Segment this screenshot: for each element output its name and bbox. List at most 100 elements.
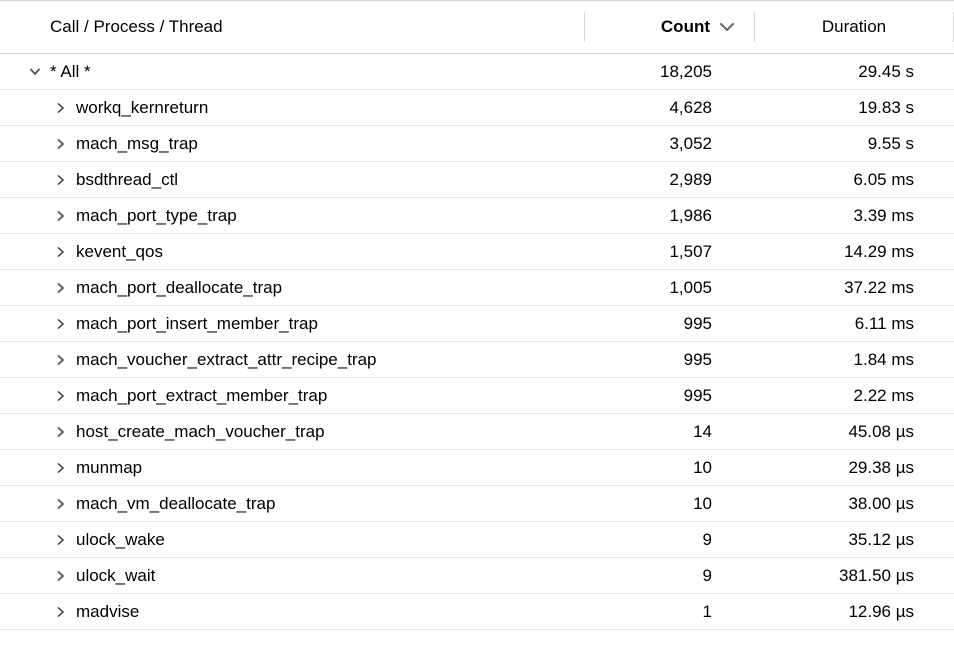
row-count: 9 (584, 566, 754, 586)
row-name: * All * (50, 62, 91, 82)
row-count: 10 (584, 458, 754, 478)
column-header-duration[interactable]: Duration (754, 17, 954, 37)
table-row[interactable]: kevent_qos 1,507 14.29 ms (0, 234, 954, 270)
chevron-right-icon[interactable] (54, 281, 68, 295)
table-header: Call / Process / Thread Count Duration (0, 0, 954, 54)
row-name: munmap (76, 458, 142, 478)
row-name-cell: mach_port_insert_member_trap (0, 314, 584, 334)
row-name: workq_kernreturn (76, 98, 208, 118)
chevron-right-icon[interactable] (54, 425, 68, 439)
row-count: 995 (584, 350, 754, 370)
table-row[interactable]: ulock_wait 9 381.50 µs (0, 558, 954, 594)
chevron-down-icon (720, 22, 734, 32)
summary-row[interactable]: * All * 18,205 29.45 s (0, 54, 954, 90)
row-name: mach_port_extract_member_trap (76, 386, 327, 406)
table-row[interactable]: ulock_wake 9 35.12 µs (0, 522, 954, 558)
row-name: host_create_mach_voucher_trap (76, 422, 325, 442)
row-duration: 35.12 µs (754, 530, 954, 550)
row-count: 1 (584, 602, 754, 622)
row-count: 3,052 (584, 134, 754, 154)
row-name: mach_port_type_trap (76, 206, 237, 226)
chevron-right-icon[interactable] (54, 533, 68, 547)
chevron-right-icon[interactable] (54, 209, 68, 223)
row-count: 9 (584, 530, 754, 550)
row-name-cell: * All * (0, 62, 584, 82)
row-count: 4,628 (584, 98, 754, 118)
row-duration: 19.83 s (754, 98, 954, 118)
chevron-right-icon[interactable] (54, 461, 68, 475)
row-name-cell: mach_msg_trap (0, 134, 584, 154)
column-header-label: Count (661, 17, 710, 37)
row-name: mach_msg_trap (76, 134, 198, 154)
table-row[interactable]: mach_port_insert_member_trap 995 6.11 ms (0, 306, 954, 342)
table-row[interactable]: mach_port_type_trap 1,986 3.39 ms (0, 198, 954, 234)
chevron-right-icon[interactable] (54, 569, 68, 583)
row-name-cell: bsdthread_ctl (0, 170, 584, 190)
row-duration: 29.45 s (754, 62, 954, 82)
row-count: 995 (584, 314, 754, 334)
row-name-cell: mach_port_extract_member_trap (0, 386, 584, 406)
chevron-down-icon[interactable] (28, 65, 42, 79)
row-count: 995 (584, 386, 754, 406)
row-name-cell: madvise (0, 602, 584, 622)
chevron-right-icon[interactable] (54, 245, 68, 259)
row-name: mach_voucher_extract_attr_recipe_trap (76, 350, 377, 370)
table-row[interactable]: host_create_mach_voucher_trap 14 45.08 µ… (0, 414, 954, 450)
chevron-right-icon[interactable] (54, 173, 68, 187)
row-duration: 2.22 ms (754, 386, 954, 406)
column-header-label: Call / Process / Thread (50, 17, 223, 36)
row-name: bsdthread_ctl (76, 170, 178, 190)
row-duration: 12.96 µs (754, 602, 954, 622)
table-row[interactable]: mach_port_deallocate_trap 1,005 37.22 ms (0, 270, 954, 306)
row-count: 14 (584, 422, 754, 442)
chevron-right-icon[interactable] (54, 137, 68, 151)
row-name-cell: kevent_qos (0, 242, 584, 262)
row-name: kevent_qos (76, 242, 163, 262)
row-duration: 9.55 s (754, 134, 954, 154)
row-count: 2,989 (584, 170, 754, 190)
row-count: 1,005 (584, 278, 754, 298)
chevron-right-icon[interactable] (54, 101, 68, 115)
row-name-cell: host_create_mach_voucher_trap (0, 422, 584, 442)
column-header-label: Duration (822, 17, 886, 36)
row-duration: 3.39 ms (754, 206, 954, 226)
table-row[interactable]: mach_vm_deallocate_trap 10 38.00 µs (0, 486, 954, 522)
table-row[interactable]: mach_voucher_extract_attr_recipe_trap 99… (0, 342, 954, 378)
row-name: ulock_wake (76, 530, 165, 550)
row-name: mach_port_insert_member_trap (76, 314, 318, 334)
table-row[interactable]: mach_port_extract_member_trap 995 2.22 m… (0, 378, 954, 414)
column-header-name[interactable]: Call / Process / Thread (0, 17, 584, 37)
table-row[interactable]: mach_msg_trap 3,052 9.55 s (0, 126, 954, 162)
row-duration: 37.22 ms (754, 278, 954, 298)
row-duration: 6.11 ms (754, 314, 954, 334)
row-name-cell: mach_port_deallocate_trap (0, 278, 584, 298)
row-count: 10 (584, 494, 754, 514)
table-row[interactable]: bsdthread_ctl 2,989 6.05 ms (0, 162, 954, 198)
row-duration: 29.38 µs (754, 458, 954, 478)
chevron-right-icon[interactable] (54, 317, 68, 331)
row-duration: 38.00 µs (754, 494, 954, 514)
row-name-cell: mach_vm_deallocate_trap (0, 494, 584, 514)
row-name-cell: ulock_wake (0, 530, 584, 550)
row-name-cell: ulock_wait (0, 566, 584, 586)
row-name: madvise (76, 602, 139, 622)
row-name-cell: munmap (0, 458, 584, 478)
row-name-cell: mach_port_type_trap (0, 206, 584, 226)
row-name-cell: workq_kernreturn (0, 98, 584, 118)
row-duration: 1.84 ms (754, 350, 954, 370)
chevron-right-icon[interactable] (54, 353, 68, 367)
chevron-right-icon[interactable] (54, 497, 68, 511)
table-row[interactable]: munmap 10 29.38 µs (0, 450, 954, 486)
row-count: 1,986 (584, 206, 754, 226)
row-name: mach_port_deallocate_trap (76, 278, 282, 298)
chevron-right-icon[interactable] (54, 605, 68, 619)
table-row[interactable]: workq_kernreturn 4,628 19.83 s (0, 90, 954, 126)
table-row[interactable]: madvise 1 12.96 µs (0, 594, 954, 630)
row-name: mach_vm_deallocate_trap (76, 494, 275, 514)
row-duration: 14.29 ms (754, 242, 954, 262)
trace-table: Call / Process / Thread Count Duration *… (0, 0, 954, 630)
column-header-count[interactable]: Count (584, 17, 754, 37)
chevron-right-icon[interactable] (54, 389, 68, 403)
row-duration: 6.05 ms (754, 170, 954, 190)
row-duration: 381.50 µs (754, 566, 954, 586)
